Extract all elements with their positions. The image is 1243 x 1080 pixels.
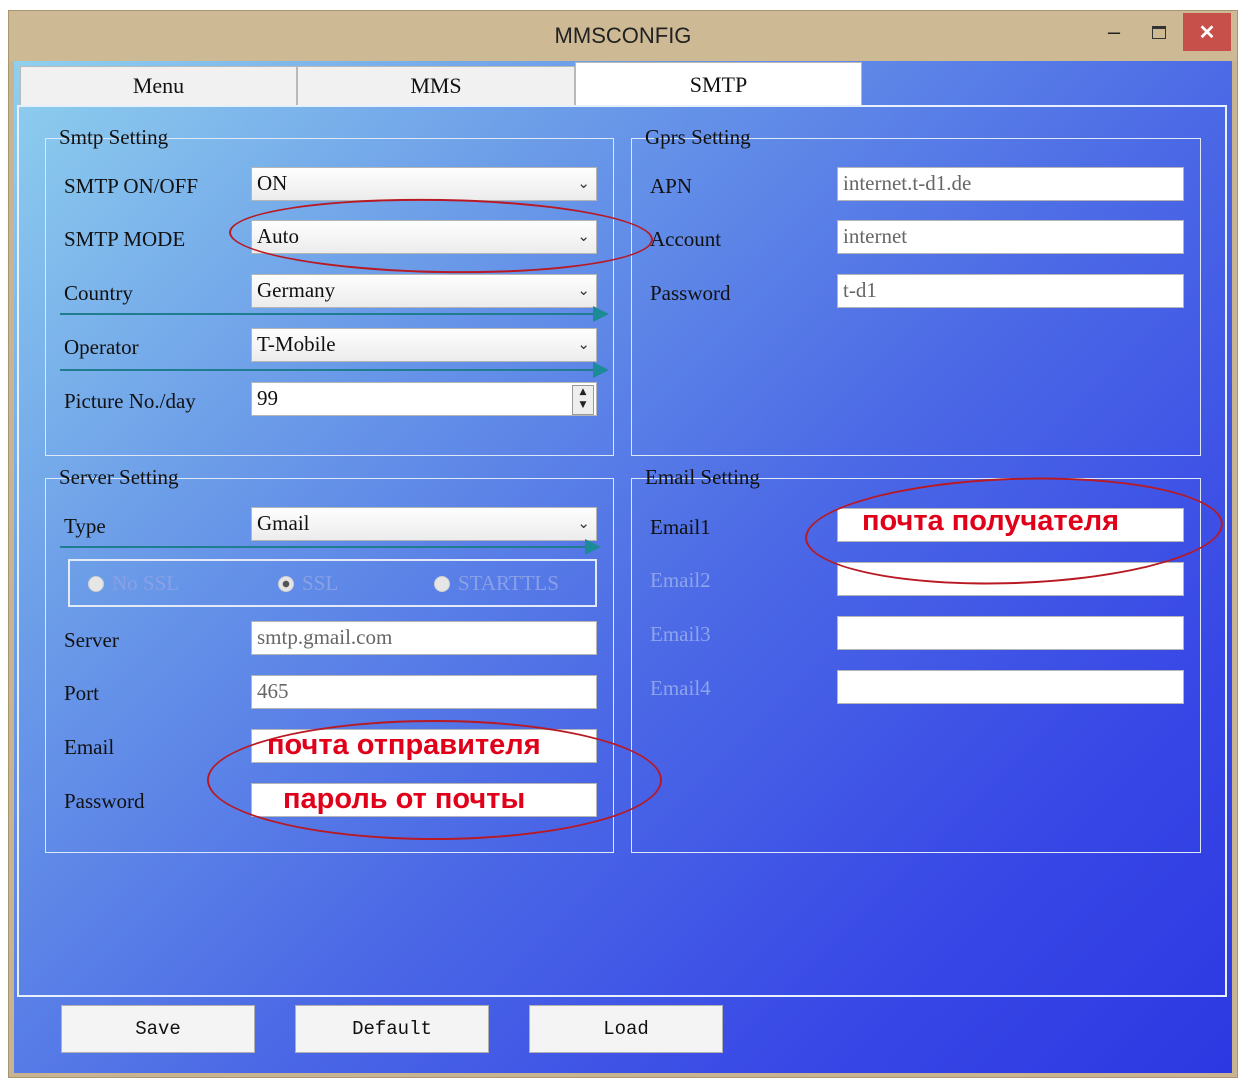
operator-select[interactable]: T-Mobile ⌄ (251, 328, 597, 362)
save-button[interactable]: Save (61, 1005, 255, 1053)
tab-mms[interactable]: MMS (297, 66, 575, 106)
smtp-mode-label: SMTP MODE (64, 227, 186, 251)
server-type-value: Gmail (257, 511, 310, 535)
minimize-button[interactable]: ‒ (1094, 13, 1134, 51)
chevron-down-icon: ⌄ (577, 281, 590, 299)
window-title: MMSCONFIG (554, 23, 692, 48)
close-button[interactable]: ✕ (1183, 13, 1231, 51)
smtp-setting-legend: Smtp Setting (59, 125, 169, 149)
email2-label: Email2 (650, 568, 711, 592)
apn-label: APN (650, 174, 693, 198)
radio-selected-icon (278, 575, 294, 592)
maximize-button[interactable] (1139, 13, 1179, 51)
smtp-tab-panel: Smtp Setting SMTP ON/OFF ON ⌄ SMTP MODE … (17, 105, 1227, 997)
radio-icon (434, 575, 450, 592)
type-underline-arrow (60, 539, 601, 555)
smtp-setting-group: Smtp Setting SMTP ON/OFF ON ⌄ SMTP MODE … (45, 125, 614, 456)
smtp-on-off-label: SMTP ON/OFF (64, 174, 199, 198)
ssl-options-box: No SSL SSL STARTTLS (68, 559, 597, 607)
sender-password-label: Password (64, 789, 145, 813)
sender-annotation-text: почта отправителя (267, 729, 541, 761)
gprs-setting-group: Gprs Setting APN internet.t-d1.de Accoun… (631, 125, 1201, 456)
no-ssl-label: No SSL (112, 571, 180, 595)
email4-input[interactable] (837, 670, 1184, 704)
recipient-annotation-text: почта получателя (862, 505, 1120, 537)
country-select[interactable]: Germany ⌄ (251, 274, 597, 308)
operator-value: T-Mobile (257, 332, 336, 356)
arrow-head-icon (593, 306, 609, 322)
email1-label: Email1 (650, 515, 711, 539)
button-bar: Save Default Load (14, 1001, 1232, 1073)
gprs-password-input[interactable]: t-d1 (837, 274, 1184, 308)
country-label: Country (64, 281, 133, 305)
radio-icon (88, 575, 104, 592)
sender-email-label: Email (64, 735, 115, 759)
email-setting-legend: Email Setting (645, 465, 760, 489)
email3-label: Email3 (650, 622, 711, 646)
arrow-head-icon (585, 539, 601, 555)
email4-label: Email4 (650, 676, 711, 700)
server-input[interactable]: smtp.gmail.com (251, 621, 597, 655)
port-input[interactable]: 465 (251, 675, 597, 709)
chevron-down-icon: ⌄ (577, 335, 590, 353)
server-type-select[interactable]: Gmail ⌄ (251, 507, 597, 541)
ssl-radio[interactable]: SSL (278, 571, 338, 596)
account-input[interactable]: internet (837, 220, 1184, 254)
apn-input[interactable]: internet.t-d1.de (837, 167, 1184, 201)
chevron-down-icon: ⌄ (577, 514, 590, 532)
minimize-icon: ‒ (1107, 19, 1121, 44)
account-label: Account (650, 227, 722, 251)
client-area: Menu MMS SMTP Smtp Setting SMTP ON/OFF O… (14, 61, 1232, 1073)
chevron-down-icon: ⌄ (577, 174, 590, 192)
close-icon: ✕ (1198, 21, 1216, 44)
password-annotation-text: пароль от почты (283, 783, 526, 815)
arrow-head-icon (593, 362, 609, 378)
email3-input[interactable] (837, 616, 1184, 650)
country-underline-arrow (60, 306, 609, 322)
operator-underline-arrow (60, 362, 609, 378)
load-button[interactable]: Load (529, 1005, 723, 1053)
picture-per-day-value: 99 (257, 386, 278, 410)
smtp-on-off-select[interactable]: ON ⌄ (251, 167, 597, 201)
tab-menu[interactable]: Menu (20, 66, 297, 106)
server-label: Server (64, 628, 119, 652)
spinner-icon[interactable]: ▲ ▼ (572, 385, 594, 415)
operator-label: Operator (64, 335, 139, 359)
maximize-icon (1152, 25, 1166, 39)
gprs-password-label: Password (650, 281, 731, 305)
port-label: Port (64, 681, 100, 705)
mmsconfig-window: MMSCONFIG ‒ ✕ Menu MMS SMTP Smtp Setting… (8, 10, 1238, 1078)
gprs-setting-legend: Gprs Setting (645, 125, 751, 149)
smtp-on-off-value: ON (257, 171, 288, 195)
title-bar[interactable]: MMSCONFIG ‒ ✕ (9, 11, 1237, 61)
country-value: Germany (257, 278, 336, 302)
default-button[interactable]: Default (295, 1005, 489, 1053)
picture-per-day-label: Picture No./day (64, 389, 196, 413)
starttls-label: STARTTLS (458, 571, 559, 595)
no-ssl-radio[interactable]: No SSL (88, 571, 179, 596)
server-setting-legend: Server Setting (59, 465, 179, 489)
type-label: Type (64, 514, 106, 538)
ssl-label: SSL (302, 571, 339, 595)
starttls-radio[interactable]: STARTTLS (434, 571, 559, 596)
tab-smtp[interactable]: SMTP (575, 62, 862, 107)
picture-per-day-spinner[interactable]: 99 ▲ ▼ (251, 382, 597, 416)
